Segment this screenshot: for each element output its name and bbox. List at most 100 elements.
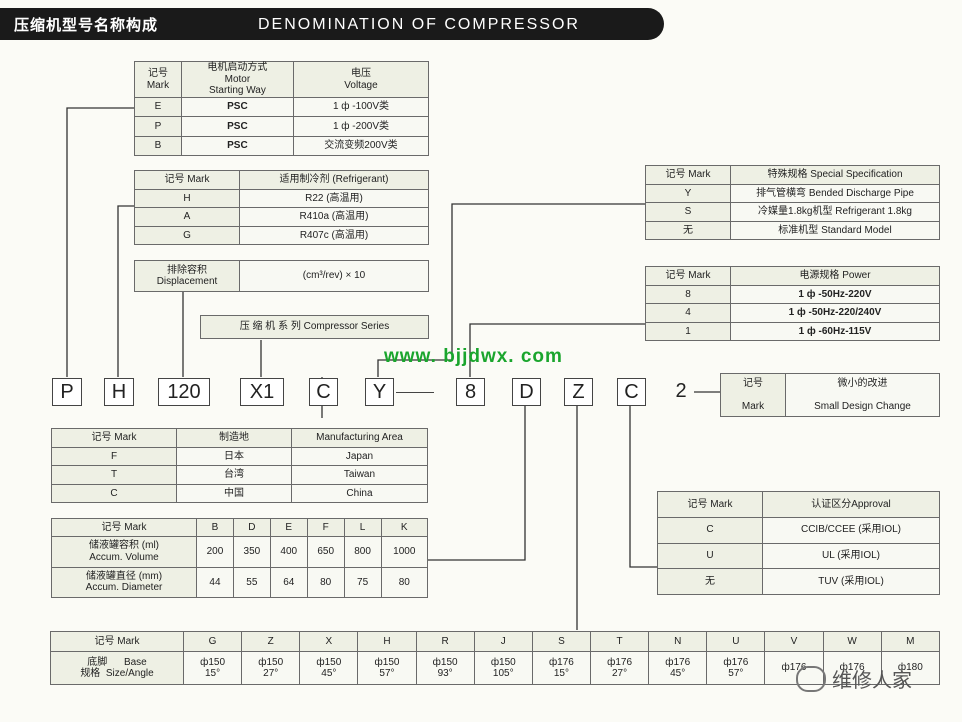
base-size: ф176 <box>723 656 749 668</box>
base-size: ф150 <box>490 656 516 668</box>
table-cell: 台湾 <box>176 465 292 485</box>
base-angle: 105° <box>492 668 514 679</box>
base-value-cell: ф176 15° <box>531 651 591 685</box>
table-cell: K <box>380 518 429 537</box>
motor-header-starting: 电机启动方式 Motor Starting Way <box>180 61 294 98</box>
base-size: ф176 <box>548 656 574 668</box>
base-size: ф176 <box>607 656 633 668</box>
table-cell: G <box>134 225 240 245</box>
table-cell: R22 (高温用) <box>239 188 429 208</box>
table-cell: E <box>269 518 308 537</box>
table-cell: CCIB/CCEE (采用IOL) <box>762 516 940 544</box>
base-mark-cell: N <box>648 631 708 652</box>
table-cell: 无 <box>645 220 731 240</box>
table-cell: UL (采用IOL) <box>762 542 940 570</box>
table-cell: 冷媒量1.8kg机型 Refrigerant 1.8kg <box>730 202 940 222</box>
displacement-table: 排除容积 Displacement (cm³/rev) × 10 <box>134 260 429 292</box>
base-angle: 15° <box>553 668 569 679</box>
area-table: 记号 Mark 制造地 Manufacturing Area F 日本 Japan T台… <box>51 428 428 503</box>
accum-header-mark: 记号 Mark <box>51 518 197 537</box>
table-cell: 44 <box>196 566 234 598</box>
table-cell: PSC <box>180 135 294 157</box>
table-cell: H <box>134 188 240 208</box>
special-header-spec: 特殊规格 Special Specification <box>730 165 940 185</box>
accum-volume-label: 储液罐容积 (ml) Accum. Volume <box>51 536 197 568</box>
table-cell: 标准机型 Standard Model <box>730 220 940 240</box>
model-box-displacement: 120 <box>158 378 210 406</box>
model-box-accumulator: D <box>512 378 541 406</box>
table-cell: D <box>232 518 271 537</box>
special-header-mark: 记号 Mark <box>645 165 731 185</box>
table-cell: 350 <box>232 536 271 568</box>
model-box-base: Z <box>564 378 593 406</box>
table-cell: 650 <box>306 536 345 568</box>
design-text: 微小的改进 Small Design Change <box>785 373 940 417</box>
table-cell: C <box>51 483 177 503</box>
watermark-url: www. bjjdwx. com <box>384 346 563 367</box>
base-mark-cell: U <box>706 631 766 652</box>
refrigerant-header-name: 适用制冷剂 (Refrigerant) <box>239 170 429 190</box>
table-cell: 1 ф -50Hz-220/240V <box>730 303 940 323</box>
area-header-cn: 制造地 <box>176 428 292 448</box>
table-cell: 1 ф -60Hz-115V <box>730 321 940 341</box>
chat-bubble-icon <box>796 665 826 692</box>
base-mark-cell: T <box>589 631 650 652</box>
power-header-mark: 记号 Mark <box>645 266 731 286</box>
base-value-cell: ф176 57° <box>706 651 766 685</box>
table-cell: F <box>51 446 177 466</box>
base-mark-cell: S <box>531 631 591 652</box>
model-box-series: X1 <box>240 378 284 406</box>
base-value-cell: ф150 105° <box>473 651 533 685</box>
table-cell: 日本 <box>176 446 292 466</box>
base-mark-cell: X <box>299 631 359 652</box>
table-cell: R410a (高温用) <box>239 207 429 227</box>
table-cell: 400 <box>269 536 308 568</box>
displacement-label: 排除容积 Displacement <box>134 260 240 292</box>
table-cell: Taiwan <box>291 465 428 485</box>
base-angle: 45° <box>670 668 686 679</box>
table-cell: 1 ф -50Hz-220V <box>730 284 940 304</box>
series-table: 压 缩 机 系 列 Compressor Series <box>200 315 429 339</box>
table-cell: 8 <box>645 284 731 304</box>
motor-header-voltage: 电压 Voltage <box>292 61 430 98</box>
power-header-power: 电源规格 Power <box>730 266 940 286</box>
table-cell: 1000 <box>380 536 429 568</box>
table-cell: 64 <box>269 566 308 598</box>
model-box-area: C <box>309 378 338 406</box>
base-mark-cell: Z <box>241 631 301 652</box>
motor-table: 记号 Mark 电机启动方式 Motor Starting Way 电压 Voltage… <box>134 61 430 157</box>
design-change-table: 记号 Mark 微小的改进 Small Design Change <box>720 373 940 417</box>
base-size: ф150 <box>374 656 400 668</box>
table-cell: 800 <box>343 536 382 568</box>
table-cell: 无 <box>657 568 763 595</box>
table-cell: TUV (采用IOL) <box>762 568 940 595</box>
base-value-cell: ф150 45° <box>299 651 359 685</box>
table-cell: PSC <box>180 116 294 137</box>
area-header-en: Manufacturing Area <box>291 428 428 448</box>
table-cell: 55 <box>232 566 271 598</box>
series-label: 压 缩 机 系 列 Compressor Series <box>200 315 429 339</box>
table-cell: L <box>343 518 382 537</box>
model-box-design: 2 <box>675 379 687 402</box>
refrigerant-header-mark: 记号 Mark <box>134 170 240 190</box>
base-angle: 27° <box>611 668 628 679</box>
table-cell: Japan <box>291 446 428 466</box>
table-cell: U <box>657 542 763 570</box>
base-mark-cell: R <box>415 631 475 652</box>
table-cell: B <box>134 135 182 157</box>
base-angle: 57° <box>379 668 395 679</box>
base-angle: 45° <box>321 668 337 679</box>
base-header-mark: 记号 Mark <box>50 631 184 652</box>
base-size-label: 底脚 Base 规格 Size/Angle <box>50 651 184 685</box>
model-box-approval: C <box>617 378 646 406</box>
model-box-power: 8 <box>456 378 485 406</box>
table-cell: 1 ф -100V类 <box>292 96 430 118</box>
table-cell: B <box>196 518 234 537</box>
base-size: ф150 <box>316 656 342 668</box>
table-cell: F <box>306 518 345 537</box>
base-value-cell: ф150 27° <box>241 651 301 685</box>
table-cell: 80 <box>380 566 429 598</box>
base-value-cell: ф176 45° <box>648 651 708 685</box>
base-size: ф150 <box>432 656 458 668</box>
base-value-cell: ф150 57° <box>357 651 417 685</box>
